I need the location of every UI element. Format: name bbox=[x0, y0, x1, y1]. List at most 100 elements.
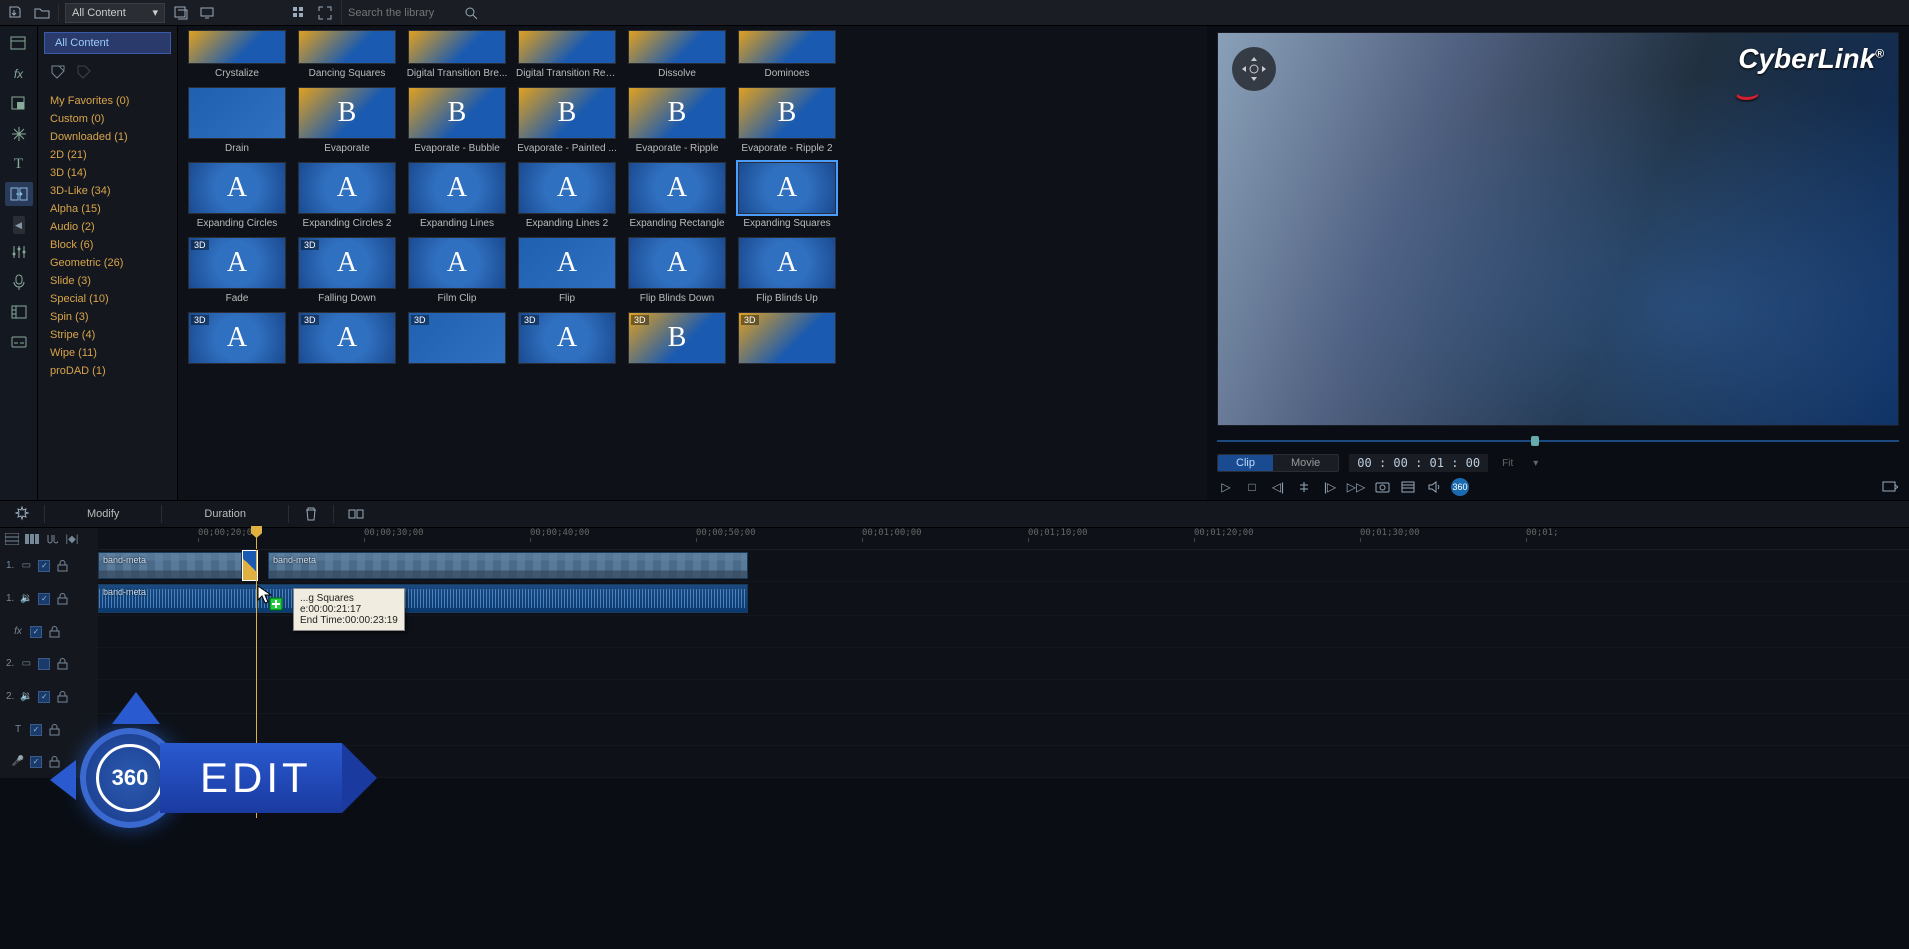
category-item[interactable]: Block (6) bbox=[38, 236, 177, 254]
category-item[interactable]: Wipe (11) bbox=[38, 344, 177, 362]
transition-item[interactable]: BEvaporate - Bubble bbox=[406, 87, 508, 154]
track-lock-icon[interactable] bbox=[55, 592, 69, 606]
add-tag-icon[interactable] bbox=[48, 62, 68, 82]
category-item[interactable]: 3D (14) bbox=[38, 164, 177, 182]
transition-item[interactable]: Digital Transition Bre... bbox=[406, 30, 508, 79]
snapshot-button[interactable] bbox=[1373, 478, 1391, 496]
preview-canvas[interactable]: CyberLink®⌣ bbox=[1217, 32, 1899, 426]
grid-view-icon[interactable] bbox=[289, 3, 309, 23]
video-clip[interactable]: band-meta bbox=[268, 552, 748, 579]
transition-item[interactable]: BEvaporate - Ripple 2 bbox=[736, 87, 838, 154]
transition-item[interactable]: Digital Transition Res... bbox=[516, 30, 618, 79]
transition-item[interactable]: Crystalize bbox=[186, 30, 288, 79]
track-visible-checkbox[interactable]: ✓ bbox=[38, 593, 50, 605]
transition-item[interactable]: BEvaporate bbox=[296, 87, 398, 154]
category-item[interactable]: My Favorites (0) bbox=[38, 92, 177, 110]
transition-item[interactable]: AExpanding Lines 2 bbox=[516, 162, 618, 229]
volume-button[interactable] bbox=[1425, 478, 1443, 496]
category-item[interactable]: Special (10) bbox=[38, 290, 177, 308]
track-lock-icon[interactable] bbox=[55, 690, 69, 704]
folder-icon[interactable] bbox=[32, 3, 52, 23]
track-header[interactable]: fx✓ bbox=[0, 616, 98, 647]
storyboard-view-icon[interactable] bbox=[24, 531, 40, 547]
transition-item[interactable]: Dominoes bbox=[736, 30, 838, 79]
track-header[interactable]: 🎤✓ bbox=[0, 746, 98, 777]
chapter-tool-icon[interactable] bbox=[5, 300, 33, 324]
preview-options-button[interactable] bbox=[1399, 478, 1417, 496]
track-lock-icon[interactable] bbox=[55, 657, 69, 671]
transition-item[interactable]: A3DFalling Down bbox=[296, 237, 398, 304]
preview-timecode[interactable]: 00 : 00 : 01 : 00 bbox=[1349, 454, 1488, 472]
category-item[interactable]: Downloaded (1) bbox=[38, 128, 177, 146]
category-item[interactable]: Slide (3) bbox=[38, 272, 177, 290]
category-item[interactable]: Audio (2) bbox=[38, 218, 177, 236]
transition-item[interactable]: AExpanding Circles 2 bbox=[296, 162, 398, 229]
trim-button[interactable] bbox=[1295, 478, 1313, 496]
track-header[interactable]: 2.🔉✓ bbox=[0, 680, 98, 713]
track-visible-checkbox[interactable]: ✓ bbox=[30, 724, 42, 736]
track-content[interactable] bbox=[98, 714, 1909, 745]
search-input[interactable] bbox=[348, 7, 458, 19]
marker-icon[interactable]: |◆| bbox=[64, 531, 80, 547]
import-icon[interactable] bbox=[6, 3, 26, 23]
prev-frame-button[interactable]: ◁| bbox=[1269, 478, 1287, 496]
preview-seek-bar[interactable] bbox=[1217, 434, 1899, 448]
undock-button[interactable] bbox=[1881, 478, 1899, 496]
display-icon[interactable] bbox=[197, 3, 217, 23]
timeline-view-icon[interactable] bbox=[4, 531, 20, 547]
track-visible-checkbox[interactable]: ✓ bbox=[30, 756, 42, 768]
track-content[interactable]: band-metaband-meta bbox=[98, 550, 1909, 581]
play-button[interactable]: ▷ bbox=[1217, 478, 1235, 496]
category-item[interactable]: Geometric (26) bbox=[38, 254, 177, 272]
track-content[interactable] bbox=[98, 680, 1909, 713]
category-item[interactable]: Custom (0) bbox=[38, 110, 177, 128]
track-visible-checkbox[interactable]: ✓ bbox=[38, 691, 50, 703]
fast-forward-button[interactable]: ▷▷ bbox=[1347, 478, 1365, 496]
fx-tool-icon[interactable]: fx bbox=[5, 62, 33, 86]
transition-item[interactable]: AFlip Blinds Down bbox=[626, 237, 728, 304]
movie-tab[interactable]: Movie bbox=[1273, 455, 1338, 471]
transition-item[interactable]: AExpanding Lines bbox=[406, 162, 508, 229]
track-lock-icon[interactable] bbox=[47, 755, 61, 769]
new-window-icon[interactable] bbox=[171, 3, 191, 23]
track-lock-icon[interactable] bbox=[47, 625, 61, 639]
duration-button[interactable]: Duration bbox=[172, 505, 278, 523]
voice-tool-icon[interactable] bbox=[5, 270, 33, 294]
zoom-select[interactable]: Fit▾ bbox=[1492, 456, 1548, 471]
transition-item[interactable]: AExpanding Squares bbox=[736, 162, 838, 229]
transition-on-clip[interactable] bbox=[242, 550, 258, 581]
apply-all-icon[interactable] bbox=[344, 504, 368, 524]
transition-item[interactable]: A3DFade bbox=[186, 237, 288, 304]
timeline-ruler[interactable]: 00;00;20;0000;00;30;0000;00;40;0000;00;5… bbox=[98, 528, 1909, 550]
pip-tool-icon[interactable] bbox=[5, 92, 33, 116]
audio-clip[interactable]: band-meta bbox=[98, 584, 748, 613]
category-item[interactable]: 2D (21) bbox=[38, 146, 177, 164]
track-header[interactable]: 2.▭ bbox=[0, 648, 98, 679]
search-icon[interactable] bbox=[464, 6, 478, 20]
transition-item[interactable]: A3D bbox=[516, 312, 618, 368]
track-content[interactable]: band-meta...g Squarese:00:00:21:17End Ti… bbox=[98, 582, 1909, 615]
seek-thumb[interactable] bbox=[1531, 436, 1539, 446]
track-visible-checkbox[interactable]: ✓ bbox=[30, 626, 42, 638]
expand-icon[interactable] bbox=[315, 3, 335, 23]
category-item[interactable]: proDAD (1) bbox=[38, 362, 177, 380]
sidebar-header[interactable]: All Content bbox=[44, 32, 171, 54]
360-mode-button[interactable]: 360 bbox=[1451, 478, 1469, 496]
transition-item[interactable]: AFlip bbox=[516, 237, 618, 304]
transition-item[interactable]: AFilm Clip bbox=[406, 237, 508, 304]
transition-item[interactable]: A3D bbox=[296, 312, 398, 368]
fx-settings-icon[interactable] bbox=[10, 504, 34, 524]
delete-icon[interactable] bbox=[299, 504, 323, 524]
category-item[interactable]: Spin (3) bbox=[38, 308, 177, 326]
subtitle-tool-icon[interactable] bbox=[5, 330, 33, 354]
remove-tag-icon[interactable] bbox=[74, 62, 94, 82]
track-visible-checkbox[interactable] bbox=[38, 658, 50, 670]
track-lock-icon[interactable] bbox=[55, 559, 69, 573]
track-content[interactable] bbox=[98, 746, 1909, 777]
transition-item[interactable]: Dancing Squares bbox=[296, 30, 398, 79]
transition-tool-icon[interactable] bbox=[5, 182, 33, 206]
content-filter-select[interactable]: All Content ▾ bbox=[65, 3, 165, 23]
transition-item[interactable]: Drain bbox=[186, 87, 288, 154]
category-item[interactable]: Stripe (4) bbox=[38, 326, 177, 344]
snap-icon[interactable] bbox=[44, 531, 60, 547]
